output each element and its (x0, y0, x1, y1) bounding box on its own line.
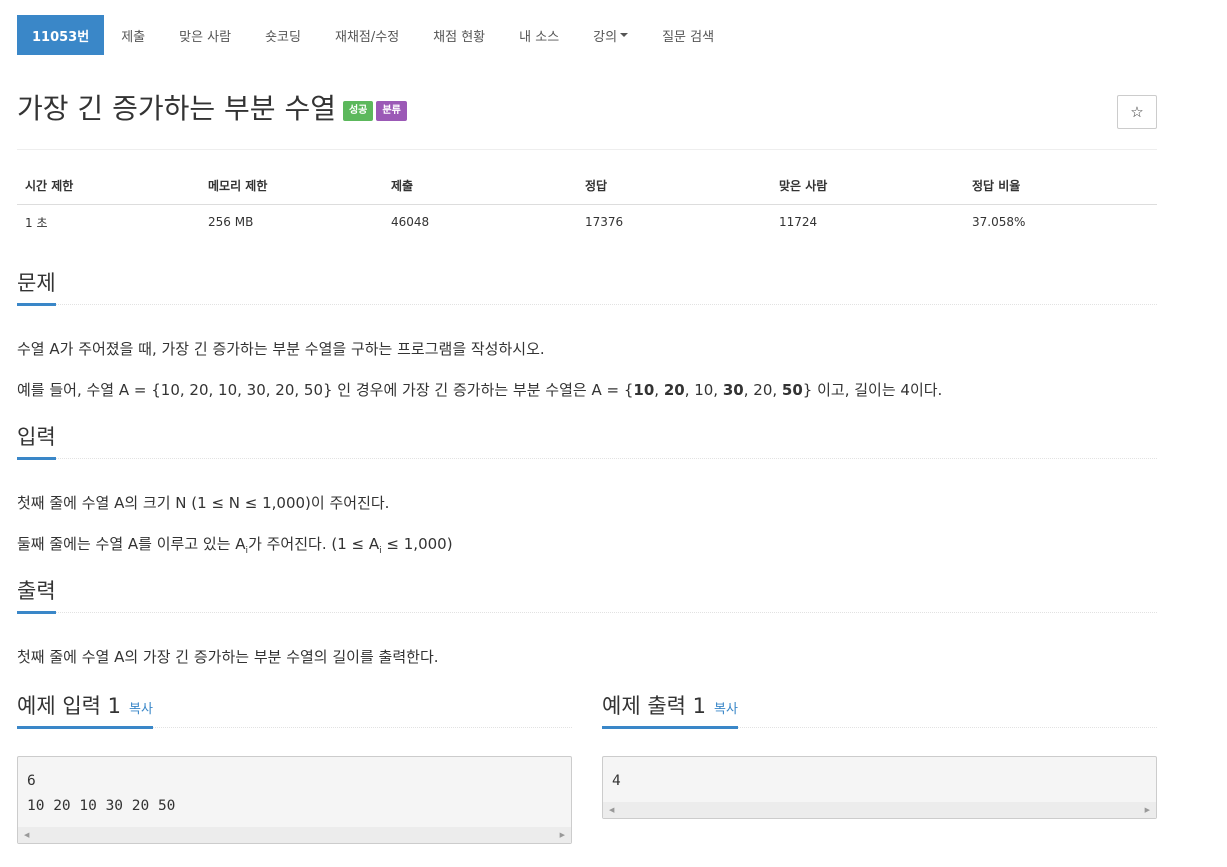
nav-rejudge[interactable]: 재채점/수정 (318, 15, 416, 55)
nav-status[interactable]: 채점 현황 (416, 15, 502, 55)
table-header-row: 시간 제한 메모리 제한 제출 정답 맞은 사람 정답 비율 (17, 168, 1157, 205)
sample-input-heading: 예제 입력 1 복사 (17, 693, 153, 730)
sample-output-scrollbar[interactable]: ◀ ▶ (603, 802, 1156, 818)
copy-input-link[interactable]: 복사 (129, 702, 153, 717)
page: 11053번 제출 맞은 사람 숏코딩 재채점/수정 채점 현황 내 소스 강의… (0, 0, 1227, 867)
star-icon: ☆ (1130, 103, 1144, 121)
th-ratio: 정답 비율 (964, 168, 1157, 205)
description-heading: 문제 (17, 270, 56, 307)
problem-info-table: 시간 제한 메모리 제한 제출 정답 맞은 사람 정답 비율 1 초 256 M… (17, 168, 1157, 240)
title-divider (17, 149, 1157, 150)
nav-short-coding[interactable]: 숏코딩 (248, 15, 318, 55)
input-header: 입력 (17, 424, 1157, 461)
problem-title: 가장 긴 증가하는 부분 수열 (17, 92, 336, 125)
description-header: 문제 (17, 270, 1157, 307)
nav-submit[interactable]: 제출 (104, 15, 162, 55)
th-memory-limit: 메모리 제한 (200, 168, 383, 205)
output-header: 출력 (17, 578, 1157, 615)
sample-output-box: 4 ◀ ▶ (602, 756, 1157, 819)
nav-lecture-dropdown[interactable]: 강의 (576, 15, 645, 55)
star-button[interactable]: ☆ (1117, 95, 1157, 129)
scroll-left-icon[interactable]: ◀ (609, 806, 614, 814)
description-line-1: 수열 A가 주어졌을 때, 가장 긴 증가하는 부분 수열을 구하는 프로그램을… (17, 340, 545, 358)
sample-input-code: 6 10 20 10 30 20 50 (27, 773, 176, 814)
nav-question-search[interactable]: 질문 검색 (645, 15, 731, 55)
td-solved-users: 11724 (779, 215, 818, 230)
status-badge: 성공 (342, 101, 374, 122)
td-time-limit: 1 초 (25, 215, 48, 230)
td-submissions: 46048 (391, 215, 430, 230)
scroll-right-icon[interactable]: ▶ (560, 831, 565, 839)
category-badge[interactable]: 분류 (376, 101, 407, 122)
nav-problem-id[interactable]: 11053번 (17, 15, 105, 55)
sample-output-header: 예제 출력 1 복사 (602, 693, 1157, 730)
input-line-1: 첫째 줄에 수열 A의 크기 N (1 ≤ N ≤ 1,000)이 주어진다. (17, 494, 390, 512)
nav-my-source[interactable]: 내 소스 (502, 15, 576, 55)
input-heading: 입력 (17, 424, 56, 461)
sample-output-heading: 예제 출력 1 복사 (602, 693, 738, 730)
problem-nav: 11053번 제출 맞은 사람 숏코딩 재채점/수정 채점 현황 내 소스 강의… (17, 15, 731, 55)
sample-input-scrollbar[interactable]: ◀ ▶ (18, 827, 571, 843)
td-memory-limit: 256 MB (208, 215, 254, 230)
td-ratio: 37.058% (972, 215, 1026, 230)
th-time-limit: 시간 제한 (17, 168, 200, 205)
caret-down-icon (620, 33, 629, 37)
nav-accepted-users[interactable]: 맞은 사람 (162, 15, 248, 55)
output-heading: 출력 (17, 578, 56, 615)
nav-lecture-label: 강의 (593, 29, 618, 45)
scroll-right-icon[interactable]: ▶ (1145, 806, 1150, 814)
output-line-1: 첫째 줄에 수열 A의 가장 긴 증가하는 부분 수열의 길이를 출력한다. (17, 648, 439, 666)
th-solved-users: 맞은 사람 (771, 168, 964, 205)
th-accepted: 정답 (577, 168, 771, 205)
sample-input-header: 예제 입력 1 복사 (17, 693, 572, 730)
description-line-2: 예를 들어, 수열 A = {10, 20, 10, 30, 20, 50} 인… (17, 381, 943, 399)
copy-output-link[interactable]: 복사 (714, 702, 738, 717)
sample-output-code: 4 (612, 773, 621, 789)
sample-input-box: 6 10 20 10 30 20 50 ◀ ▶ (17, 756, 572, 844)
th-submissions: 제출 (383, 168, 577, 205)
td-accepted: 17376 (585, 215, 624, 230)
scroll-left-icon[interactable]: ◀ (24, 831, 29, 839)
input-line-2: 둘째 줄에는 수열 A를 이루고 있는 Ai가 주어진다. (1 ≤ Ai ≤ … (17, 535, 453, 556)
title-row: 가장 긴 증가하는 부분 수열 성공 분류 (17, 92, 407, 125)
table-row: 1 초 256 MB 46048 17376 11724 37.058% (17, 204, 1157, 240)
